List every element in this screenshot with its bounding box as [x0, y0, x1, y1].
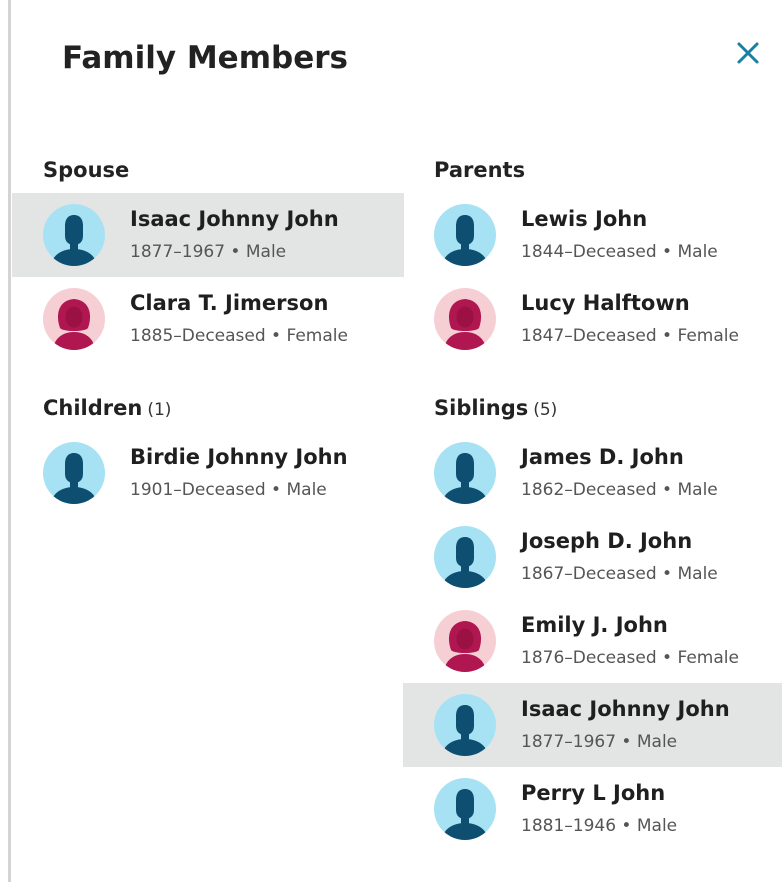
- page-title: Family Members: [62, 40, 348, 76]
- person-row[interactable]: Isaac Johnny John 1877–1967 • Male: [12, 193, 404, 277]
- male-avatar-icon: [43, 204, 105, 266]
- close-icon: [737, 42, 759, 64]
- section-header-siblings: Siblings (5): [434, 396, 557, 420]
- section-label: Children: [43, 396, 143, 420]
- section-label: Siblings: [434, 396, 529, 420]
- close-button[interactable]: [733, 38, 763, 68]
- female-avatar-icon: [434, 610, 496, 672]
- person-details: 1881–1946 • Male: [521, 816, 678, 836]
- male-avatar-icon: [43, 442, 105, 504]
- section-header-spouse: Spouse: [43, 158, 129, 182]
- person-name: Isaac Johnny John: [521, 697, 730, 721]
- section-count: (5): [533, 400, 558, 420]
- male-avatar-icon: [434, 204, 496, 266]
- female-avatar-icon: [43, 288, 105, 350]
- person-details: 1877–1967 • Male: [130, 242, 287, 262]
- person-row[interactable]: Perry L John 1881–1946 • Male: [403, 767, 782, 851]
- person-name: Clara T. Jimerson: [130, 291, 329, 315]
- section-header-parents: Parents: [434, 158, 525, 182]
- person-details: 1862–Deceased • Male: [521, 480, 718, 500]
- person-details: 1901–Deceased • Male: [130, 480, 327, 500]
- person-details: 1867–Deceased • Male: [521, 564, 718, 584]
- panel-left-border: [8, 0, 11, 882]
- person-details: 1844–Deceased • Male: [521, 242, 718, 262]
- person-name: Lewis John: [521, 207, 648, 231]
- person-name: Isaac Johnny John: [130, 207, 339, 231]
- section-header-children: Children (1): [43, 396, 171, 420]
- person-name: Emily J. John: [521, 613, 668, 637]
- person-row[interactable]: Joseph D. John 1867–Deceased • Male: [403, 515, 782, 599]
- person-row[interactable]: James D. John 1862–Deceased • Male: [403, 431, 782, 515]
- male-avatar-icon: [434, 694, 496, 756]
- male-avatar-icon: [434, 526, 496, 588]
- person-row[interactable]: Birdie Johnny John 1901–Deceased • Male: [12, 431, 404, 515]
- person-row[interactable]: Clara T. Jimerson 1885–Deceased • Female: [12, 277, 404, 361]
- person-name: James D. John: [521, 445, 684, 469]
- person-name: Perry L John: [521, 781, 666, 805]
- section-label: Parents: [434, 158, 526, 182]
- person-name: Joseph D. John: [521, 529, 693, 553]
- person-row[interactable]: Lucy Halftown 1847–Deceased • Female: [403, 277, 782, 361]
- person-details: 1877–1967 • Male: [521, 732, 678, 752]
- person-name: Birdie Johnny John: [130, 445, 348, 469]
- person-row[interactable]: Isaac Johnny John 1877–1967 • Male: [403, 683, 782, 767]
- person-details: 1876–Deceased • Female: [521, 648, 739, 668]
- female-avatar-icon: [434, 288, 496, 350]
- person-details: 1885–Deceased • Female: [130, 326, 348, 346]
- male-avatar-icon: [434, 778, 496, 840]
- person-details: 1847–Deceased • Female: [521, 326, 739, 346]
- person-row[interactable]: Emily J. John 1876–Deceased • Female: [403, 599, 782, 683]
- section-label: Spouse: [43, 158, 130, 182]
- person-row[interactable]: Lewis John 1844–Deceased • Male: [403, 193, 782, 277]
- section-count: (1): [147, 400, 172, 420]
- male-avatar-icon: [434, 442, 496, 504]
- person-name: Lucy Halftown: [521, 291, 690, 315]
